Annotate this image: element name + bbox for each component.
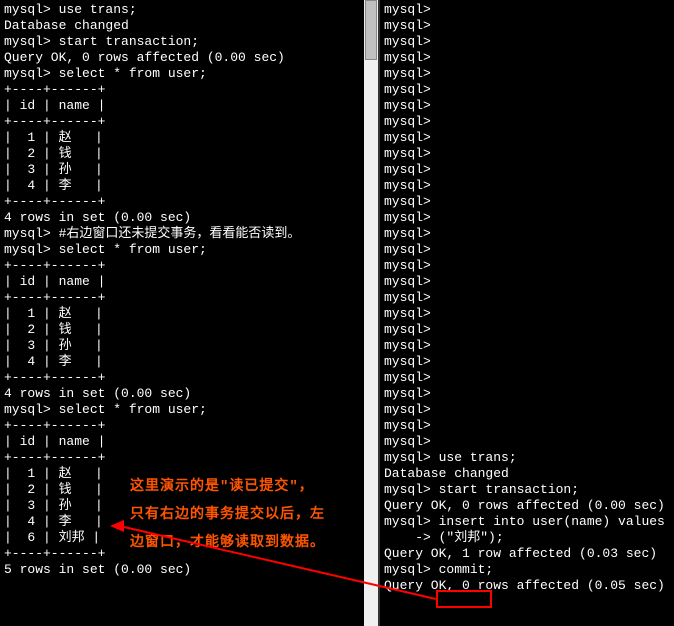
terminal-line: mysql> (384, 162, 670, 178)
terminal-line: mysql> (384, 290, 670, 306)
terminal-line: mysql> (384, 178, 670, 194)
terminal-line: mysql> (384, 306, 670, 322)
terminal-line: mysql> (384, 242, 670, 258)
terminal-line: Query OK, 0 rows affected (0.05 sec) (384, 578, 670, 594)
annotation-line2: 只有右边的事务提交以后，左 (130, 504, 325, 526)
terminal-line: mysql> (384, 194, 670, 210)
terminal-line: 4 rows in set (0.00 sec) (4, 210, 374, 226)
terminal-line: mysql> (384, 434, 670, 450)
terminal-line: mysql> (384, 66, 670, 82)
terminal-line: mysql> (384, 210, 670, 226)
terminal-line: -> ("刘邦"); (384, 530, 670, 546)
terminal-line: mysql> insert into user(name) values (384, 514, 670, 530)
terminal-line: Database changed (384, 466, 670, 482)
terminal-line: mysql> (384, 130, 670, 146)
terminal-line: mysql> (384, 82, 670, 98)
annotation-line1: 这里演示的是"读已提交"， (130, 476, 314, 498)
terminal-line: mysql> (384, 370, 670, 386)
terminal-line: | id | name | (4, 274, 374, 290)
terminal-line: mysql> (384, 418, 670, 434)
commit-highlight-box (436, 590, 492, 608)
terminal-line: mysql> start transaction; (384, 482, 670, 498)
terminal-line: +----+------+ (4, 258, 374, 274)
terminal-line: mysql> (384, 50, 670, 66)
terminal-line: mysql> (384, 354, 670, 370)
terminal-line: +----+------+ (4, 418, 374, 434)
terminal-line: mysql> (384, 402, 670, 418)
terminal-line: +----+------+ (4, 82, 374, 98)
terminal-line: mysql> (384, 2, 670, 18)
terminal-line: +----+------+ (4, 450, 374, 466)
terminal-line: | 4 | 李 | (4, 178, 374, 194)
terminal-line: +----+------+ (4, 194, 374, 210)
right-terminal-pane: mysql>mysql>mysql>mysql>mysql>mysql>mysq… (378, 0, 674, 626)
terminal-line: | 3 | 孙 | (4, 338, 374, 354)
left-scrollbar[interactable] (364, 0, 378, 626)
terminal-line: | id | name | (4, 434, 374, 450)
terminal-line: mysql> (384, 386, 670, 402)
terminal-line: | 3 | 孙 | (4, 162, 374, 178)
terminal-line: mysql> (384, 338, 670, 354)
terminal-line: +----+------+ (4, 370, 374, 386)
terminal-line: mysql> commit; (384, 562, 670, 578)
terminal-line: mysql> start transaction; (4, 34, 374, 50)
terminal-line: mysql> use trans; (4, 2, 374, 18)
terminal-line: mysql> (384, 114, 670, 130)
terminal-line: mysql> (384, 322, 670, 338)
terminal-line: +----+------+ (4, 114, 374, 130)
terminal-line: mysql> (384, 226, 670, 242)
terminal-line: | 4 | 李 | (4, 354, 374, 370)
terminal-line: mysql> (384, 146, 670, 162)
terminal-line: Query OK, 0 rows affected (0.00 sec) (384, 498, 670, 514)
terminal-line: Query OK, 0 rows affected (0.00 sec) (4, 50, 374, 66)
arrow-head-icon (110, 520, 124, 532)
terminal-line: mysql> select * from user; (4, 242, 374, 258)
terminal-line: | 2 | 钱 | (4, 146, 374, 162)
terminal-line: mysql> select * from user; (4, 402, 374, 418)
terminal-line: mysql> select * from user; (4, 66, 374, 82)
terminal-line: mysql> (384, 274, 670, 290)
terminal-line: mysql> use trans; (384, 450, 670, 466)
terminal-line: mysql> (384, 18, 670, 34)
terminal-line: Query OK, 1 row affected (0.03 sec) (384, 546, 670, 562)
terminal-line: mysql> (384, 98, 670, 114)
terminal-line: | 2 | 钱 | (4, 322, 374, 338)
terminal-line: | 1 | 赵 | (4, 130, 374, 146)
terminal-line: | id | name | (4, 98, 374, 114)
terminal-line: 4 rows in set (0.00 sec) (4, 386, 374, 402)
left-scrollbar-thumb[interactable] (365, 0, 377, 60)
terminal-line: mysql> (384, 34, 670, 50)
terminal-line: Database changed (4, 18, 374, 34)
terminal-line: mysql> (384, 258, 670, 274)
terminal-line: +----+------+ (4, 290, 374, 306)
terminal-line: | 1 | 赵 | (4, 306, 374, 322)
terminal-line: mysql> #右边窗口还未提交事务，看看能否读到。 (4, 226, 374, 242)
